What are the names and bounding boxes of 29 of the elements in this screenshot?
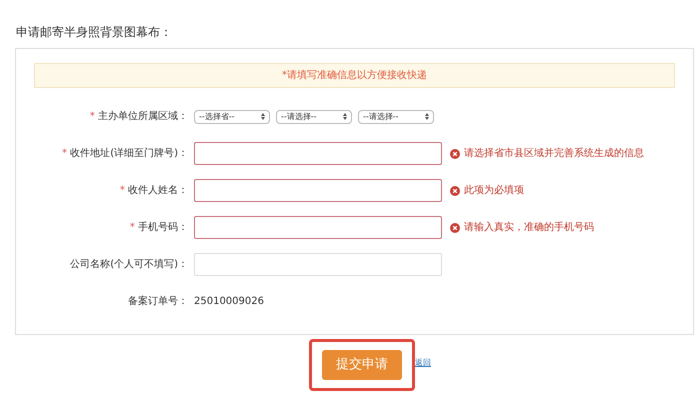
required-marker: *: [90, 111, 95, 122]
caret-icon: [425, 113, 429, 120]
caret-icon: [343, 113, 347, 120]
field-label: 主办单位所属区域：: [98, 111, 188, 122]
error-message: 此项为必填项: [464, 184, 524, 198]
select-dropdown[interactable]: --请选择--: [276, 110, 352, 124]
input-field[interactable]: [194, 142, 442, 165]
error-message: 请选择省市县区域并完善系统生成的信息: [464, 146, 644, 161]
notice-banner: *请填写准确信息以方便接收快递: [34, 63, 675, 88]
order-number: 25010009026: [194, 295, 264, 309]
caret-icon: [261, 113, 265, 120]
field-label: 收件地址(详细至门牌号)：: [70, 148, 188, 159]
field-label: 手机号码：: [138, 222, 188, 233]
input-field[interactable]: [194, 216, 442, 239]
page-title: 申请邮寄半身照背景图幕布：: [16, 24, 173, 41]
required-marker: *: [120, 185, 125, 196]
error-icon: [450, 222, 460, 232]
field-label: 公司名称(个人可不填写)：: [70, 259, 188, 270]
back-link[interactable]: 返回: [415, 356, 431, 368]
field-label: 收件人姓名：: [128, 185, 188, 196]
error-icon: [450, 148, 460, 158]
required-marker: *: [62, 148, 67, 159]
field-label: 备案订单号：: [128, 296, 188, 307]
select-dropdown[interactable]: --请选择--: [358, 110, 434, 124]
select-dropdown[interactable]: --选择省--: [194, 110, 270, 124]
input-field[interactable]: [194, 179, 442, 202]
error-icon: [450, 186, 460, 196]
required-marker: *: [130, 222, 135, 233]
error-message: 请输入真实，准确的手机号码: [464, 220, 594, 235]
